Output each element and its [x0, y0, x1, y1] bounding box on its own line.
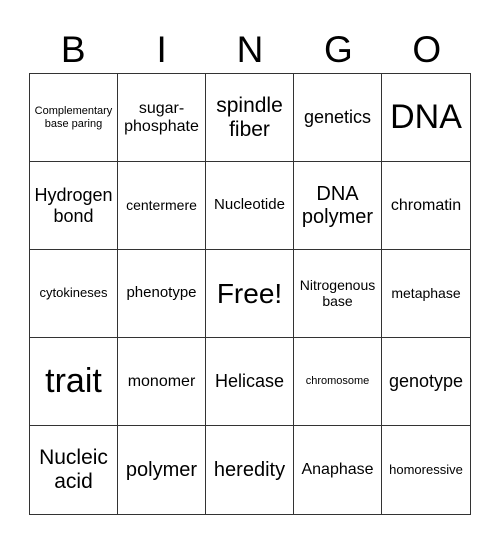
bingo-cell[interactable]: monomer — [118, 338, 206, 426]
bingo-cell[interactable]: heredity — [206, 426, 294, 514]
bingo-cell[interactable]: DNA — [382, 74, 470, 162]
bingo-card: Complementary base paring sugar-phosphat… — [29, 73, 471, 515]
bingo-cell[interactable]: spindle fiber — [206, 74, 294, 162]
free-space-cell[interactable]: Free! — [206, 250, 294, 338]
bingo-cell[interactable]: Hydrogen bond — [30, 162, 118, 250]
bingo-cell[interactable]: Nucleotide — [206, 162, 294, 250]
header-letter-g: G — [324, 29, 353, 70]
bingo-cell[interactable]: sugar-phosphate — [118, 74, 206, 162]
bingo-cell[interactable]: genotype — [382, 338, 470, 426]
bingo-cell[interactable]: Nitrogenous base — [294, 250, 382, 338]
bingo-cell[interactable]: genetics — [294, 74, 382, 162]
header-letter-b: B — [60, 29, 86, 70]
bingo-cell[interactable]: metaphase — [382, 250, 470, 338]
bingo-cell[interactable]: DNA polymer — [294, 162, 382, 250]
bingo-cell[interactable]: trait — [30, 338, 118, 426]
bingo-cell[interactable]: Nucleic acid — [30, 426, 118, 514]
bingo-cell[interactable]: Complementary base paring — [30, 74, 118, 162]
bingo-cell[interactable]: chromatin — [382, 162, 470, 250]
bingo-cell[interactable]: centermere — [118, 162, 206, 250]
header-letter-i: I — [156, 29, 167, 70]
bingo-cell[interactable]: cytokineses — [30, 250, 118, 338]
bingo-cell[interactable]: Helicase — [206, 338, 294, 426]
bingo-cell[interactable]: Anaphase — [294, 426, 382, 514]
bingo-header: B I N G O — [29, 26, 471, 74]
bingo-cell[interactable]: phenotype — [118, 250, 206, 338]
bingo-cell[interactable]: polymer — [118, 426, 206, 514]
bingo-cell[interactable]: chromosome — [294, 338, 382, 426]
bingo-cell[interactable]: homoressive — [382, 426, 470, 514]
header-letter-o: O — [412, 29, 442, 70]
header-letter-n: N — [236, 29, 264, 70]
